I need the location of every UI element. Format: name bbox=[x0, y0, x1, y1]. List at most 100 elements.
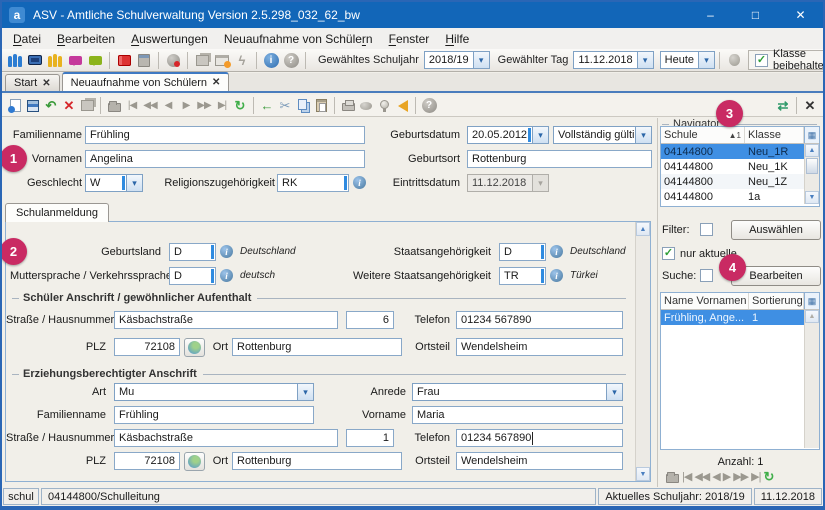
copy-icon[interactable] bbox=[294, 97, 312, 115]
suche-checkbox[interactable] bbox=[700, 269, 713, 282]
col-klasse[interactable]: Klasse bbox=[745, 127, 804, 143]
save-icon[interactable] bbox=[24, 97, 42, 115]
klasse-beibehalten-checkbox[interactable]: ✓ bbox=[755, 54, 768, 67]
tab-start[interactable]: Start ✕ bbox=[5, 74, 60, 91]
close-button[interactable]: ✕ bbox=[778, 2, 823, 28]
ort-field[interactable]: Rottenburg bbox=[232, 338, 402, 356]
eb-ort-field[interactable]: Rottenburg bbox=[232, 452, 402, 470]
religion-field[interactable]: RK bbox=[277, 174, 349, 192]
plz-lookup-button[interactable] bbox=[184, 338, 205, 357]
druck-icon[interactable] bbox=[134, 50, 154, 70]
minimize-button[interactable]: – bbox=[688, 2, 733, 28]
undo-icon[interactable]: ↶ bbox=[42, 97, 60, 115]
menu-hilfe[interactable]: Hilfe bbox=[437, 30, 477, 48]
auswaehlen-button[interactable]: Auswählen bbox=[731, 220, 821, 240]
switch-view-icon[interactable]: ⇄ bbox=[774, 97, 792, 115]
familienname-field[interactable]: Frühling bbox=[85, 126, 365, 144]
help-icon[interactable]: ? bbox=[420, 97, 438, 115]
eb-hausnummer-field[interactable]: 1 bbox=[346, 429, 394, 447]
form-scrollbar[interactable]: ▲ ▼ bbox=[635, 222, 650, 481]
duplicate-icon[interactable] bbox=[78, 97, 96, 115]
first-record-icon[interactable]: |◀ bbox=[682, 470, 691, 483]
eb-vorname-field[interactable]: Maria bbox=[412, 406, 623, 424]
info-icon[interactable]: i bbox=[261, 50, 281, 70]
berichte-icon[interactable] bbox=[114, 50, 134, 70]
schuljahr-select[interactable]: 2018/19▾ bbox=[424, 51, 490, 69]
table-row[interactable]: 041448001a bbox=[661, 189, 819, 204]
scroll-up-icon[interactable]: ▲ bbox=[636, 222, 650, 236]
fast-back-icon[interactable]: ◀◀ bbox=[694, 470, 709, 483]
print-icon[interactable] bbox=[339, 97, 357, 115]
eb-plz-field[interactable]: 72108 bbox=[114, 452, 180, 470]
info-icon[interactable]: i bbox=[220, 269, 233, 282]
menu-bearbeiten[interactable]: Bearbeiten bbox=[49, 30, 123, 48]
delete-icon[interactable]: ✕ bbox=[60, 97, 78, 115]
new-record-icon[interactable] bbox=[6, 97, 24, 115]
folder-icon[interactable] bbox=[105, 97, 123, 115]
klassen-icon[interactable] bbox=[25, 50, 45, 70]
menu-neuaufnahme[interactable]: Neuaufnahme von Schülern bbox=[216, 30, 381, 48]
info-icon[interactable]: i bbox=[353, 176, 366, 189]
geburtsort-field[interactable]: Rottenburg bbox=[467, 150, 652, 168]
table-row[interactable]: 04144800Neu_1Z bbox=[661, 174, 819, 189]
scroll-up-icon[interactable]: ▲ bbox=[805, 310, 819, 323]
einstellungen-icon[interactable] bbox=[163, 50, 183, 70]
cut-icon[interactable]: ✂ bbox=[276, 97, 294, 115]
chat-green-icon[interactable] bbox=[85, 50, 105, 70]
col-sortierung[interactable]: Sortierung▲ bbox=[749, 293, 804, 309]
scroll-up-icon[interactable]: ▲ bbox=[805, 144, 819, 157]
eb-telefon-field[interactable]: 01234 567890 bbox=[456, 429, 623, 447]
export-icon[interactable] bbox=[357, 97, 375, 115]
telefon-field[interactable]: 01234 567890 bbox=[456, 311, 623, 329]
fenster-icon[interactable] bbox=[212, 50, 232, 70]
col-name-vornamen[interactable]: Name Vornamen bbox=[661, 293, 749, 309]
close-tab-icon[interactable]: ✕ bbox=[42, 78, 50, 89]
ortsteil-field[interactable]: Wendelsheim bbox=[456, 338, 623, 356]
vornamen-field[interactable]: Angelina bbox=[85, 150, 365, 168]
col-schule[interactable]: Schule▲1 bbox=[661, 127, 745, 143]
telefon-icon[interactable] bbox=[724, 50, 744, 70]
staatsang-field[interactable]: D bbox=[499, 243, 546, 261]
close-panel-icon[interactable]: ✕ bbox=[801, 97, 819, 115]
fast-back-icon[interactable]: ◀◀ bbox=[141, 97, 159, 115]
maximize-button[interactable]: □ bbox=[733, 2, 778, 28]
scroll-down-icon[interactable]: ▼ bbox=[805, 191, 819, 204]
geburtsdatum-field[interactable]: 20.05.2012▾ bbox=[467, 126, 549, 144]
menu-datei[interactable]: Datei bbox=[5, 30, 49, 48]
nur-aktuelle-checkbox[interactable]: ✓ bbox=[662, 247, 675, 260]
dokumente-icon[interactable] bbox=[192, 50, 212, 70]
next-record-icon[interactable]: ▶ bbox=[177, 97, 195, 115]
hilfe-icon[interactable]: ? bbox=[281, 50, 301, 70]
notify-horn-icon[interactable] bbox=[393, 97, 411, 115]
eb-plz-lookup-button[interactable] bbox=[184, 452, 205, 471]
pupil-table-scrollbar[interactable]: ▲ bbox=[804, 310, 819, 448]
tag-select[interactable]: 11.12.2018▾ bbox=[573, 51, 653, 69]
eb-strasse-field[interactable]: Käsbachstraße bbox=[114, 429, 338, 447]
menu-auswertungen[interactable]: Auswertungen bbox=[123, 30, 216, 48]
info-icon[interactable]: i bbox=[550, 245, 563, 258]
back-icon[interactable]: ← bbox=[258, 97, 276, 115]
last-record-icon[interactable]: ▶| bbox=[213, 97, 231, 115]
schueler-icon[interactable] bbox=[5, 50, 25, 70]
refresh-icon[interactable]: ↻ bbox=[231, 97, 249, 115]
gueltigkeit-select[interactable]: Vollständig gültig▾ bbox=[553, 126, 652, 144]
next-record-icon[interactable]: ▶ bbox=[723, 470, 730, 483]
scroll-down-icon[interactable]: ▼ bbox=[636, 467, 650, 481]
filter-checkbox[interactable] bbox=[700, 223, 713, 236]
hausnummer-field[interactable]: 6 bbox=[346, 311, 394, 329]
muttersprache-field[interactable]: D bbox=[169, 267, 216, 285]
column-config-icon[interactable]: ▦ bbox=[804, 127, 819, 143]
modus-select[interactable]: Heute▾ bbox=[660, 51, 715, 69]
info-icon[interactable]: i bbox=[220, 245, 233, 258]
folder-icon[interactable] bbox=[666, 474, 679, 483]
menu-fenster[interactable]: Fenster bbox=[381, 30, 438, 48]
tab-schulanmeldung[interactable]: Schulanmeldung bbox=[5, 203, 109, 222]
prev-record-icon[interactable]: ◀ bbox=[712, 470, 719, 483]
last-record-icon[interactable]: ▶| bbox=[751, 470, 760, 483]
table-row[interactable]: Frühling, Ange...1 bbox=[661, 310, 819, 325]
geschlecht-select[interactable]: W▾ bbox=[85, 174, 143, 192]
plz-field[interactable]: 72108 bbox=[114, 338, 180, 356]
lehrkraefte-icon[interactable] bbox=[45, 50, 65, 70]
strasse-field[interactable]: Käsbachstraße bbox=[114, 311, 338, 329]
blitz-icon[interactable]: ϟ bbox=[232, 50, 252, 70]
